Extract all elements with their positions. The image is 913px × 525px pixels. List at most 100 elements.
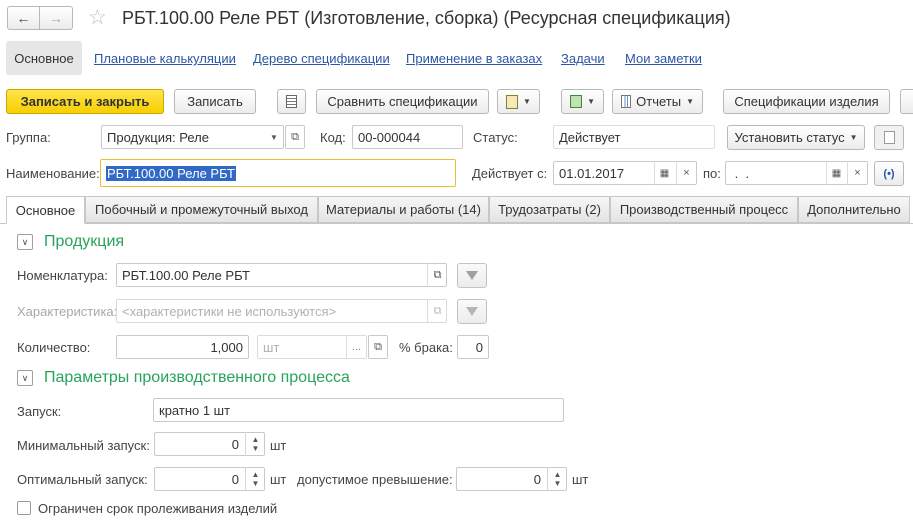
nomenclature-value: РБТ.100.00 Реле РБТ bbox=[122, 267, 250, 283]
excess-label: допустимое превышение: bbox=[297, 472, 453, 487]
tab-production-process[interactable]: Производственный процесс bbox=[610, 196, 798, 223]
nav-my-notes[interactable]: Мои заметки bbox=[625, 51, 702, 66]
forward-button[interactable]: → bbox=[40, 6, 73, 30]
nomenclature-label: Номенклатура: bbox=[17, 268, 108, 283]
product-section-toggle[interactable]: ∨ bbox=[17, 234, 33, 250]
status-value: Действует bbox=[559, 129, 621, 145]
characteristic-open-button: ⧉ bbox=[427, 299, 447, 323]
process-section-toggle[interactable]: ∨ bbox=[17, 370, 33, 386]
validity-periods-button[interactable]: (•) bbox=[874, 161, 904, 186]
valid-to-calendar-button[interactable]: ▦ bbox=[826, 161, 846, 185]
min-launch-spinner[interactable]: ▲ ▼ bbox=[245, 432, 265, 456]
open-icon: ⧉ bbox=[433, 268, 442, 281]
characteristic-filter-button bbox=[457, 299, 487, 324]
print-menu-button[interactable]: ▼ bbox=[497, 89, 540, 114]
min-launch-unit: шт bbox=[270, 438, 287, 453]
defect-value: 0 bbox=[475, 339, 483, 355]
code-field[interactable]: 00-000044 bbox=[352, 125, 463, 149]
chevron-down-icon: ▼ bbox=[849, 133, 858, 142]
valid-from-clear-button[interactable]: × bbox=[676, 161, 696, 185]
close-icon: × bbox=[683, 167, 690, 179]
launch-field[interactable]: кратно 1 шт bbox=[153, 398, 564, 422]
excess-unit: шт bbox=[572, 472, 589, 487]
list-button[interactable] bbox=[277, 89, 306, 114]
ellipsis-icon: ... bbox=[351, 341, 362, 353]
status-label: Статус: bbox=[473, 130, 518, 145]
tab-materials[interactable]: Материалы и работы (14) bbox=[318, 196, 489, 223]
valid-to-clear-button[interactable]: × bbox=[847, 161, 867, 185]
launch-value: кратно 1 шт bbox=[159, 402, 231, 418]
close-icon: × bbox=[854, 167, 861, 179]
nomenclature-filter-button[interactable] bbox=[457, 263, 487, 288]
tab-additional[interactable]: Дополнительно bbox=[798, 196, 910, 223]
list-icon bbox=[286, 95, 297, 108]
report-chart-icon bbox=[621, 95, 632, 108]
name-value: РБТ.100.00 Реле РБТ bbox=[106, 165, 236, 181]
set-status-button[interactable]: Установить статус ▼ bbox=[727, 125, 865, 150]
create-based-menu-button[interactable]: ▼ bbox=[561, 89, 604, 114]
calendar-icon: ▦ bbox=[831, 167, 842, 179]
reports-menu-button[interactable]: Отчеты ▼ bbox=[612, 89, 703, 114]
valid-to-value: . . bbox=[731, 165, 750, 181]
tab-main[interactable]: Основное bbox=[6, 196, 85, 224]
nav-main[interactable]: Основное bbox=[6, 41, 82, 75]
open-icon: ⧉ bbox=[291, 130, 299, 143]
group-label: Группа: bbox=[6, 130, 51, 145]
document-edit-icon bbox=[883, 131, 895, 144]
chevron-down-icon: ∨ bbox=[21, 236, 29, 247]
nav-orders-usage[interactable]: Применение в заказах bbox=[406, 51, 542, 66]
opt-launch-spinner[interactable]: ▲ ▼ bbox=[245, 467, 265, 491]
code-value: 00-000044 bbox=[358, 129, 421, 145]
unit-open-button[interactable]: ⧉ bbox=[368, 335, 388, 359]
name-field[interactable]: РБТ.100.00 Реле РБТ bbox=[100, 159, 456, 187]
reports-label: Отчеты bbox=[636, 94, 682, 109]
save-and-close-button[interactable]: Записать и закрыть bbox=[6, 89, 164, 114]
compare-specs-button[interactable]: Сравнить спецификации bbox=[316, 89, 489, 114]
quantity-value: 1,000 bbox=[210, 339, 243, 355]
chevron-down-icon: ▼ bbox=[686, 97, 694, 106]
nomenclature-field[interactable]: РБТ.100.00 Реле РБТ bbox=[116, 263, 447, 287]
characteristic-label: Характеристика: bbox=[17, 304, 118, 319]
status-history-button[interactable] bbox=[874, 125, 904, 150]
favorite-star-icon[interactable]: ☆ bbox=[88, 5, 107, 30]
create-based-icon bbox=[570, 95, 583, 108]
group-value: Продукция: Реле bbox=[107, 129, 209, 145]
more-button[interactable] bbox=[900, 89, 913, 114]
characteristic-field: <характеристики не используются> bbox=[116, 299, 447, 323]
group-open-button[interactable]: ⧉ bbox=[285, 125, 305, 149]
launch-label: Запуск: bbox=[17, 404, 62, 419]
product-section-title: Продукция bbox=[44, 233, 125, 250]
unit-select-button: ... bbox=[346, 335, 366, 359]
shelf-life-checkbox[interactable] bbox=[17, 501, 31, 515]
valid-from-calendar-button[interactable]: ▦ bbox=[654, 161, 674, 185]
arrow-right-icon: → bbox=[49, 10, 63, 26]
tab-byproduct[interactable]: Побочный и промежуточный выход bbox=[85, 196, 318, 223]
back-button[interactable]: ← bbox=[7, 6, 40, 30]
excess-spinner[interactable]: ▲ ▼ bbox=[547, 467, 567, 491]
arrow-left-icon: ← bbox=[16, 10, 31, 26]
chevron-down-icon: ▼ bbox=[523, 97, 531, 106]
nav-spec-tree[interactable]: Дерево спецификации bbox=[253, 51, 390, 66]
chevron-down-icon: ▼ bbox=[251, 479, 260, 488]
tab-labor[interactable]: Трудозатраты (2) bbox=[489, 196, 610, 223]
broadcast-icon: (•) bbox=[883, 167, 895, 180]
save-button[interactable]: Записать bbox=[174, 89, 256, 114]
defect-label: % брака: bbox=[399, 340, 453, 355]
min-launch-label: Минимальный запуск: bbox=[17, 438, 150, 453]
nav-planned-calculations[interactable]: Плановые калькуляции bbox=[94, 51, 236, 66]
nav-tasks[interactable]: Задачи bbox=[561, 51, 605, 66]
defect-field[interactable]: 0 bbox=[457, 335, 489, 359]
quantity-field[interactable]: 1,000 bbox=[116, 335, 249, 359]
window-title: РБТ.100.00 Реле РБТ (Изготовление, сборк… bbox=[122, 8, 731, 28]
group-field[interactable]: Продукция: Реле bbox=[101, 125, 284, 149]
shelf-life-label: Ограничен срок пролеживания изделий bbox=[38, 501, 278, 516]
chevron-down-icon: ▼ bbox=[251, 444, 260, 453]
document-gear-icon bbox=[506, 94, 519, 109]
set-status-label: Установить статус bbox=[734, 130, 845, 145]
nomenclature-open-button[interactable]: ⧉ bbox=[427, 263, 447, 287]
group-dropdown-button[interactable]: ▼ bbox=[264, 125, 284, 149]
product-specs-button[interactable]: Спецификации изделия bbox=[723, 89, 890, 114]
chevron-up-icon: ▲ bbox=[251, 435, 260, 444]
open-icon: ⧉ bbox=[374, 340, 382, 353]
filter-icon bbox=[466, 307, 478, 316]
